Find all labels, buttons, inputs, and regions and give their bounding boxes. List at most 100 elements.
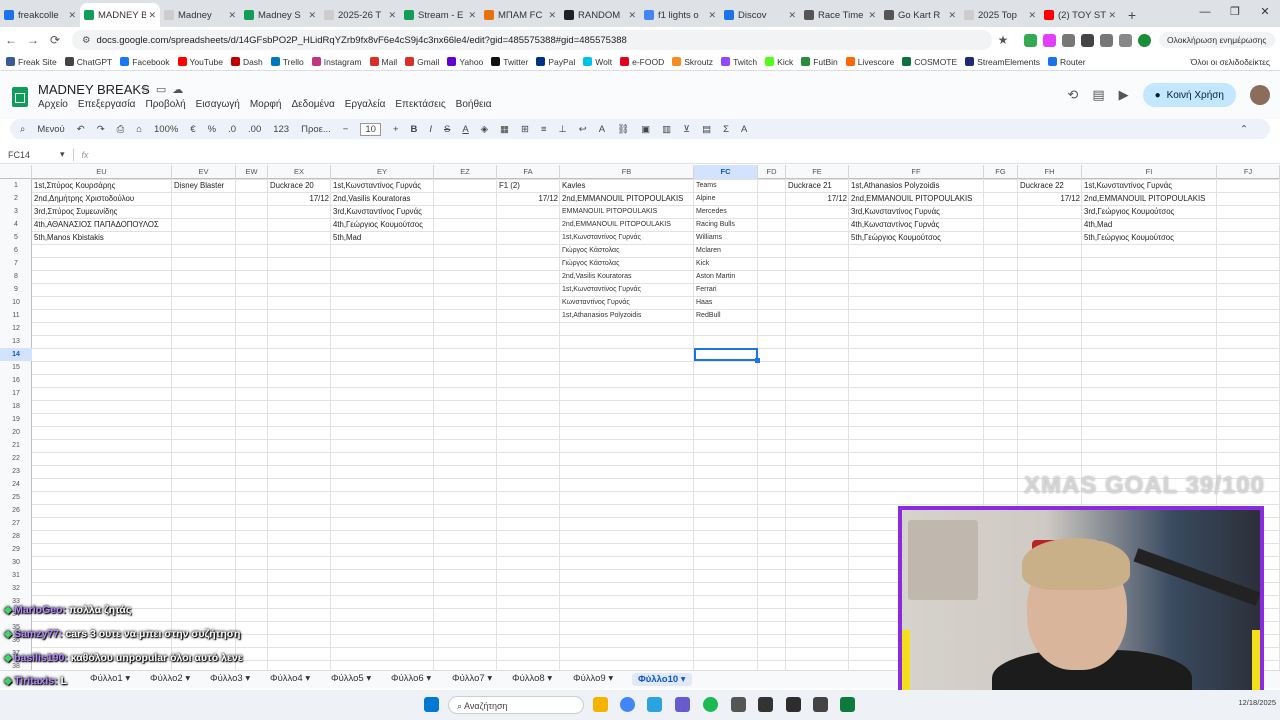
browser-tab[interactable]: RANDOM ✕: [560, 3, 640, 27]
extension-icon[interactable]: [1119, 33, 1132, 47]
align-icon[interactable]: ≡: [541, 124, 547, 135]
row-header[interactable]: 30: [0, 556, 32, 569]
row-header[interactable]: 5: [0, 231, 32, 244]
row-header[interactable]: 15: [0, 361, 32, 374]
row-header[interactable]: 7: [0, 257, 32, 270]
filter-views-icon[interactable]: ▤: [702, 124, 711, 135]
sheet-tab[interactable]: Φύλλο2 ▾: [150, 673, 190, 684]
browser-tab[interactable]: 2025-26 T ✕: [320, 3, 400, 27]
browser-tab[interactable]: freakcolle ✕: [0, 3, 80, 27]
sheet-tab[interactable]: Φύλλο9 ▾: [573, 673, 613, 684]
row-header[interactable]: 9: [0, 283, 32, 296]
column-header-fj[interactable]: FJ: [1217, 165, 1280, 179]
column-header-eu[interactable]: EU: [32, 165, 172, 179]
tab-close-icon[interactable]: ✕: [548, 10, 556, 21]
name-box-dropdown-icon[interactable]: ▾: [60, 149, 65, 160]
bold-icon[interactable]: B: [411, 124, 418, 135]
column-header-fc[interactable]: FC: [694, 165, 758, 179]
sheet-tab[interactable]: Φύλλο6 ▾: [391, 673, 431, 684]
extension-icon[interactable]: [1062, 33, 1075, 47]
row-header[interactable]: 11: [0, 309, 32, 322]
explorer-icon[interactable]: [593, 697, 608, 712]
wrap-icon[interactable]: ↩: [579, 124, 587, 135]
share-button[interactable]: ● Κοινή Χρήση: [1142, 83, 1236, 107]
extension-icon[interactable]: [1081, 33, 1094, 47]
filter-icon[interactable]: ⊻: [683, 124, 690, 135]
sheet-tab[interactable]: Φύλλο10 ▾: [632, 673, 692, 686]
sheet-menu-icon[interactable]: ▾: [606, 673, 613, 684]
column-header-ez[interactable]: EZ: [434, 165, 497, 179]
bookmark-star-icon[interactable]: ★: [992, 33, 1014, 47]
profile-icon[interactable]: [1138, 33, 1151, 47]
app-icon[interactable]: [758, 697, 773, 712]
row-header[interactable]: 26: [0, 504, 32, 517]
row-header[interactable]: 12: [0, 322, 32, 335]
row-header[interactable]: 19: [0, 413, 32, 426]
menu-item[interactable]: Μορφή: [250, 99, 282, 110]
avatar[interactable]: [1250, 85, 1270, 105]
tab-close-icon[interactable]: ✕: [148, 10, 156, 21]
column-header-ew[interactable]: EW: [236, 165, 268, 179]
bookmark-item[interactable]: Twitter: [491, 57, 528, 67]
sheet-tab[interactable]: Φύλλο7 ▾: [452, 673, 492, 684]
row-header[interactable]: 17: [0, 387, 32, 400]
chart-icon[interactable]: ▥: [662, 124, 671, 135]
currency-button[interactable]: €: [190, 124, 195, 135]
column-header-fe[interactable]: FE: [786, 165, 849, 179]
row-header[interactable]: 10: [0, 296, 32, 309]
tab-close-icon[interactable]: ✕: [228, 10, 236, 21]
all-bookmarks-button[interactable]: Όλοι οι σελιδοδείκτες: [1191, 57, 1270, 67]
column-header-ex[interactable]: EX: [268, 165, 331, 179]
menu-item[interactable]: Δεδομένα: [291, 99, 334, 110]
bookmark-item[interactable]: Gmail: [405, 57, 439, 67]
row-header[interactable]: 29: [0, 543, 32, 556]
collapse-toolbar-icon[interactable]: ⌃: [1240, 124, 1248, 135]
chrome-icon[interactable]: [620, 697, 635, 712]
tab-close-icon[interactable]: ✕: [948, 10, 956, 21]
tab-close-icon[interactable]: ✕: [68, 10, 76, 21]
paint-format-icon[interactable]: ⌂: [136, 124, 142, 135]
column-header-fg[interactable]: FG: [984, 165, 1018, 179]
tab-close-icon[interactable]: ✕: [628, 10, 636, 21]
close-window-icon[interactable]: ✕: [1250, 0, 1280, 26]
browser-tab[interactable]: Madney ✕: [160, 3, 240, 27]
bookmark-item[interactable]: Twitch: [721, 57, 757, 67]
functions-icon[interactable]: Σ: [723, 124, 729, 135]
bookmark-item[interactable]: e-FOOD: [620, 57, 664, 67]
strikethrough-icon[interactable]: S: [444, 124, 450, 135]
column-header-ey[interactable]: EY: [331, 165, 434, 179]
menu-item[interactable]: Αρχείο: [38, 99, 68, 110]
link-icon[interactable]: ⛓: [617, 124, 629, 135]
bookmark-item[interactable]: Mail: [369, 57, 397, 67]
search-icon[interactable]: ⌕: [20, 124, 25, 135]
more-formats-button[interactable]: 123: [273, 124, 289, 135]
row-header[interactable]: 23: [0, 465, 32, 478]
start-icon[interactable]: [424, 697, 439, 712]
percent-button[interactable]: %: [208, 124, 216, 135]
font-select[interactable]: Προε...: [301, 124, 331, 135]
site-info-icon[interactable]: ⚙: [82, 35, 91, 46]
bookmark-item[interactable]: COSMOTE: [902, 57, 957, 67]
column-header-fh[interactable]: FH: [1018, 165, 1082, 179]
bookmark-item[interactable]: Facebook: [120, 57, 170, 67]
sheet-menu-icon[interactable]: ▾: [243, 673, 250, 684]
tab-close-icon[interactable]: ✕: [1028, 10, 1036, 21]
tab-close-icon[interactable]: ✕: [468, 10, 476, 21]
row-header[interactable]: 24: [0, 478, 32, 491]
row-header[interactable]: 21: [0, 439, 32, 452]
row-header[interactable]: 32: [0, 582, 32, 595]
bookmark-item[interactable]: StreamElements: [965, 57, 1040, 67]
decrease-decimal-button[interactable]: .0: [228, 124, 236, 135]
tab-close-icon[interactable]: ✕: [308, 10, 316, 21]
browser-tab[interactable]: ΜΠΑΜ FC ✕: [480, 3, 560, 27]
input-tools-icon[interactable]: A: [741, 124, 747, 135]
fill-color-icon[interactable]: ◈: [481, 124, 488, 135]
italic-icon[interactable]: I: [429, 124, 432, 135]
menu-item[interactable]: Προβολή: [145, 99, 185, 110]
row-header[interactable]: 3: [0, 205, 32, 218]
row-header[interactable]: 28: [0, 530, 32, 543]
merge-icon[interactable]: ⊞: [521, 124, 529, 135]
text-color-icon[interactable]: A: [462, 124, 468, 135]
cloud-icon[interactable]: ☁: [172, 84, 189, 96]
bookmark-item[interactable]: Instagram: [311, 57, 362, 67]
